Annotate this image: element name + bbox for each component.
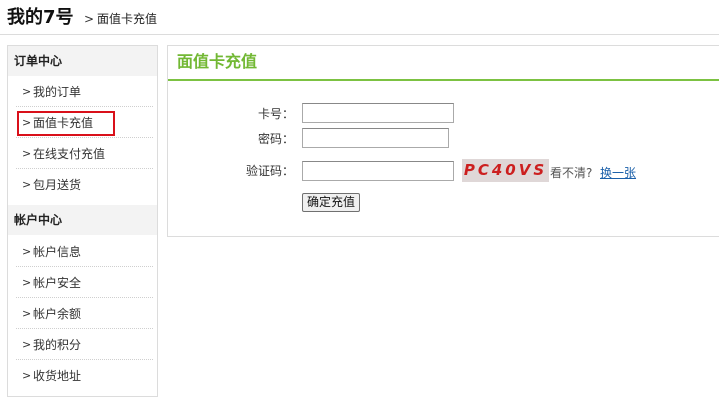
sidebar-section-account-center: 帐户中心 [8,205,157,235]
sidebar-item-label: 包月送货 [33,178,82,192]
refresh-captcha-link[interactable]: 换一张 [600,166,636,180]
sidebar-item-label: 帐户信息 [33,245,82,259]
sidebar-section-title: 帐户中心 [14,213,63,227]
captcha-image[interactable]: PC40VS [462,159,549,182]
captcha-label: 验证码： [245,164,294,178]
chevron-right-icon: > [22,147,32,160]
sidebar: 订单中心 > 我的订单 > 面值卡充值 > 在线支付充值 > 包月送货 帐户中心… [7,45,158,397]
confirm-recharge-button[interactable]: 确定充值 [302,193,360,212]
highlight-box [17,111,115,136]
chevron-right-icon: > [22,369,32,382]
sidebar-item-shipping-address[interactable]: > 收货地址 [8,360,157,391]
captcha-hint: 看不清? [550,166,593,180]
captcha-field[interactable] [302,161,454,181]
sidebar-section-order-center: 订单中心 [8,46,157,76]
password-label: 密码： [257,132,294,146]
site-title[interactable]: 我的7号 [7,7,74,29]
breadcrumb-arrow-icon: > [84,12,95,26]
chevron-right-icon: > [22,307,32,320]
sidebar-item-label: 我的积分 [33,338,82,352]
card-number-label: 卡号： [257,107,294,121]
sidebar-item-label: 收货地址 [33,369,82,383]
chevron-right-icon: > [22,245,32,258]
sidebar-item-account-balance[interactable]: > 帐户余额 [8,298,157,329]
sidebar-item-account-security[interactable]: > 帐户安全 [8,267,157,298]
page-header: 我的7号 > 面值卡充值 [0,0,719,35]
sidebar-item-label: 在线支付充值 [33,147,106,161]
sidebar-item-label: 帐户余额 [33,307,82,321]
chevron-right-icon: > [22,276,32,289]
sidebar-item-label: 我的订单 [33,85,82,99]
sidebar-item-online-payment[interactable]: > 在线支付充值 [8,138,157,169]
breadcrumb-current: 面值卡充值 [97,12,158,26]
card-number-field[interactable] [302,103,454,123]
sidebar-item-my-orders[interactable]: > 我的订单 [8,76,157,107]
chevron-right-icon: > [22,178,32,191]
sidebar-item-account-info[interactable]: > 帐户信息 [8,236,157,267]
password-field[interactable] [302,128,449,148]
sidebar-item-monthly-delivery[interactable]: > 包月送货 [8,169,157,200]
chevron-right-icon: > [22,85,32,98]
panel-title-bar: 面值卡充值 [168,46,719,81]
page-title: 面值卡充值 [177,52,258,71]
sidebar-section-title: 订单中心 [14,54,63,68]
chevron-right-icon: > [22,338,32,351]
sidebar-item-my-points[interactable]: > 我的积分 [8,329,157,360]
sidebar-item-label: 帐户安全 [33,276,82,290]
